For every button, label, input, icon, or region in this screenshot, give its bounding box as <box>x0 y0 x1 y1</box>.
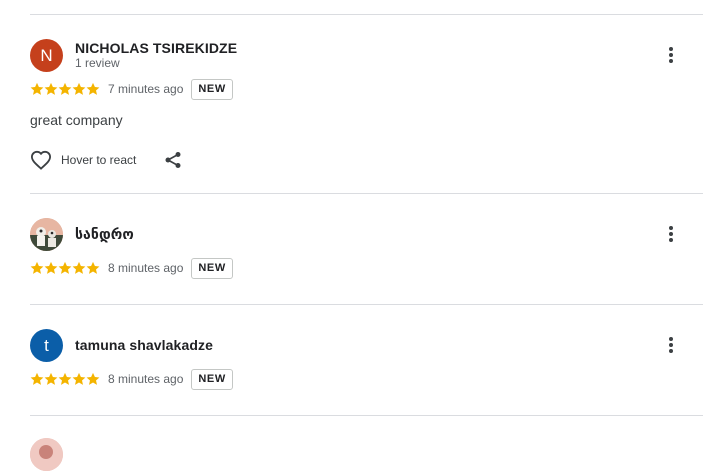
rating-row: 8 minutes ago NEW <box>30 257 233 279</box>
reviewer-name[interactable]: NICHOLAS TSIREKIDZE <box>75 40 237 56</box>
star-icon <box>30 372 44 385</box>
more-vert-icon <box>669 337 673 353</box>
new-badge: NEW <box>191 78 233 100</box>
avatar[interactable]: N <box>30 39 63 72</box>
star-icon <box>30 82 44 95</box>
divider <box>30 415 703 416</box>
avatar-letter: N <box>40 45 53 65</box>
star-icon <box>58 82 72 95</box>
more-vert-icon <box>669 226 673 242</box>
share-button[interactable] <box>164 151 182 169</box>
more-options-button[interactable] <box>659 222 683 246</box>
star-icon <box>44 261 58 274</box>
photo-avatar-icon <box>30 218 63 251</box>
new-badge: NEW <box>191 368 233 390</box>
avatar[interactable] <box>30 218 63 251</box>
divider <box>30 193 703 194</box>
divider-top <box>30 14 703 15</box>
star-icon <box>58 372 72 385</box>
divider <box>30 304 703 305</box>
star-icon <box>86 82 100 95</box>
avatar[interactable] <box>30 438 63 471</box>
star-icon <box>86 372 100 385</box>
star-rating <box>30 82 100 96</box>
review-card: სანდრო 8 minutes ago NEW <box>30 217 703 297</box>
star-icon <box>44 82 58 95</box>
rating-row: 8 minutes ago NEW <box>30 368 233 390</box>
review-time: 8 minutes ago <box>108 261 184 275</box>
star-icon <box>58 261 72 274</box>
star-icon <box>30 261 44 274</box>
review-card: N NICHOLAS TSIREKIDZE 1 review 7 minutes… <box>30 38 703 188</box>
star-icon <box>72 261 86 274</box>
react-label: Hover to react <box>61 153 137 167</box>
star-icon <box>44 372 58 385</box>
more-options-button[interactable] <box>659 333 683 357</box>
photo-avatar-icon <box>30 438 63 471</box>
review-time: 7 minutes ago <box>108 82 184 96</box>
more-options-button[interactable] <box>659 43 683 67</box>
review-actions: Hover to react <box>30 150 182 170</box>
reviewer-name[interactable]: სანდრო <box>75 226 134 243</box>
review-card: t tamuna shavlakadze 8 minutes ago NEW <box>30 328 703 408</box>
star-rating <box>30 261 100 275</box>
heart-outline-icon <box>30 150 52 170</box>
avatar[interactable]: t <box>30 329 63 362</box>
share-icon <box>165 152 181 168</box>
react-button[interactable]: Hover to react <box>30 150 136 170</box>
star-icon <box>72 82 86 95</box>
more-vert-icon <box>669 47 673 63</box>
star-rating <box>30 372 100 386</box>
review-time: 8 minutes ago <box>108 372 184 386</box>
review-count: 1 review <box>75 56 120 70</box>
rating-row: 7 minutes ago NEW <box>30 78 233 100</box>
new-badge: NEW <box>191 257 233 279</box>
reviewer-name[interactable]: tamuna shavlakadze <box>75 337 213 353</box>
avatar-letter: t <box>44 335 49 355</box>
star-icon <box>86 261 100 274</box>
review-text: great company <box>30 112 123 128</box>
star-icon <box>72 372 86 385</box>
